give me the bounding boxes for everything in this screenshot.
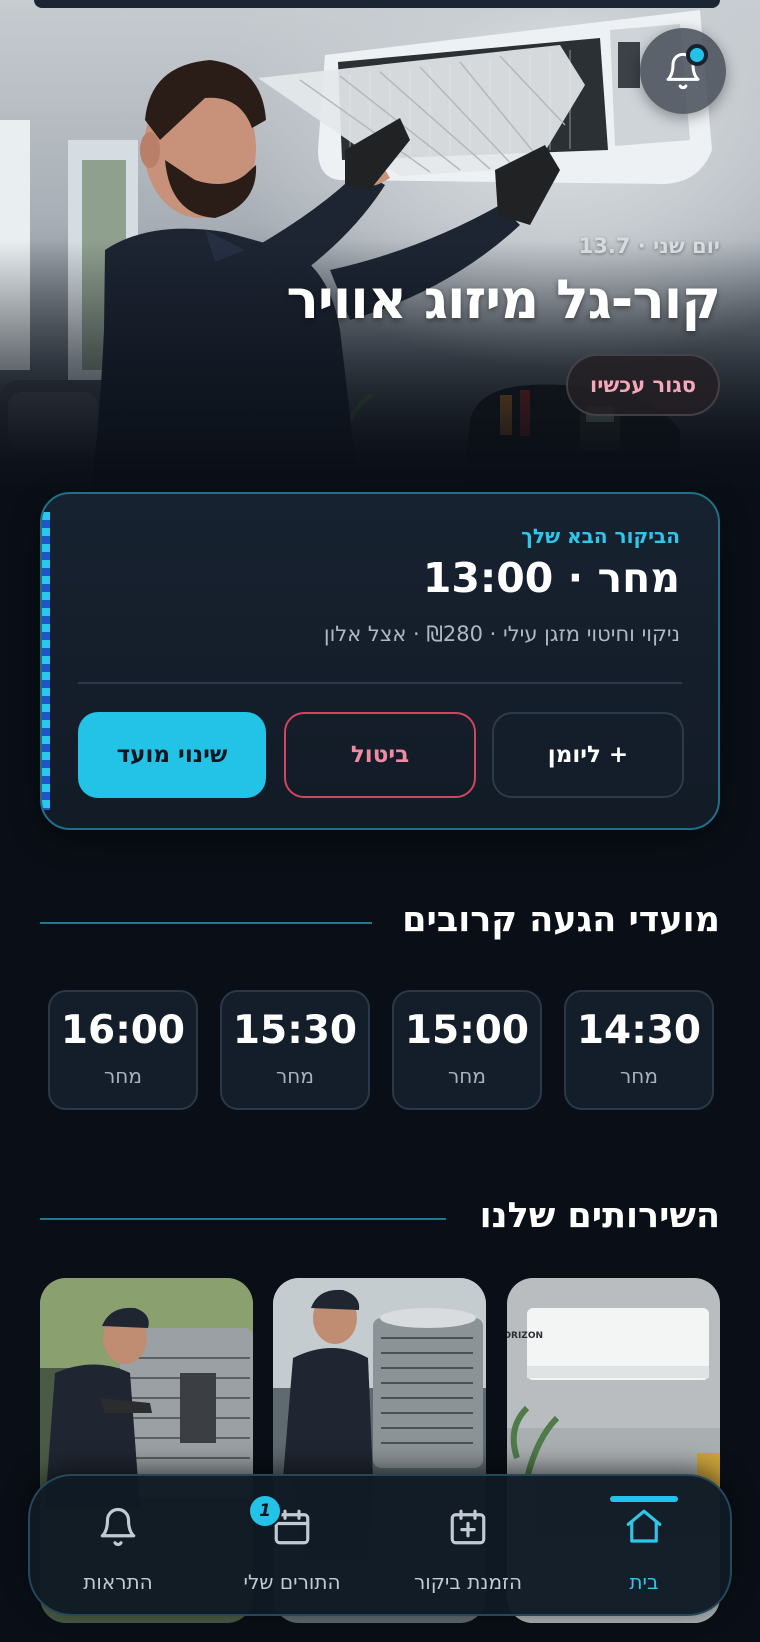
nav-home-label: בית	[629, 1570, 659, 1594]
slot-day: מחר	[104, 1064, 142, 1088]
bottom-navigation: בית הזמנת ביקור התורים שלי התראות 1	[28, 1474, 732, 1616]
arrival-slot[interactable]: 15:00 מחר	[392, 990, 542, 1110]
next-visit-description: ניקוי וחיטוי מזגן עילי · ₪280 · אצל אלון	[323, 622, 680, 646]
nav-my-appointments-label: התורים שלי	[243, 1570, 341, 1594]
nav-book-visit[interactable]: הזמנת ביקור	[380, 1476, 556, 1616]
open-status-badge: סגור עכשיו	[565, 354, 720, 416]
hero-date: יום שני · 13.7	[578, 234, 720, 258]
add-to-calendar-button[interactable]: + ליומן	[492, 712, 684, 798]
next-visit-label: הביקור הבא שלך	[521, 524, 680, 548]
card-accent-stripe	[42, 512, 50, 810]
arrival-slot[interactable]: 14:30 מחר	[564, 990, 714, 1110]
home-icon	[626, 1509, 662, 1543]
top-status-bar	[34, 0, 720, 8]
notifications-button[interactable]	[640, 28, 726, 114]
slot-time: 14:30	[576, 1008, 702, 1053]
notification-dot	[686, 44, 708, 66]
services-section-line	[40, 1218, 446, 1220]
cancel-visit-button[interactable]: ביטול	[284, 712, 476, 798]
slot-time: 15:00	[404, 1008, 530, 1053]
arrival-section-title: מועדי הגעה קרובים	[402, 900, 720, 940]
nav-notifications[interactable]: התראות	[30, 1476, 206, 1616]
slot-day: מחר	[448, 1064, 486, 1088]
hero-banner: יום שני · 13.7 קור-גל מיזוג אוויר סגור ע…	[0, 0, 760, 500]
nav-my-appointments[interactable]: התורים שלי	[204, 1476, 380, 1616]
next-visit-time: מחר · 13:00	[422, 554, 680, 602]
business-title: קור-גל מיזוג אוויר	[286, 268, 721, 331]
next-visit-card: הביקור הבא שלך מחר · 13:00 ניקוי וחיטוי …	[40, 492, 720, 830]
nav-home[interactable]: בית	[556, 1476, 732, 1616]
nav-notifications-label: התראות	[83, 1570, 153, 1594]
arrival-slot[interactable]: 15:30 מחר	[220, 990, 370, 1110]
bell-icon	[100, 1508, 136, 1547]
nav-book-visit-label: הזמנת ביקור	[413, 1570, 523, 1594]
slot-time: 16:00	[60, 1008, 186, 1053]
services-section-title: השירותים שלנו	[479, 1196, 720, 1236]
card-divider	[78, 682, 682, 684]
slot-day: מחר	[276, 1064, 314, 1088]
slot-time: 15:30	[232, 1008, 358, 1053]
arrival-section-line	[40, 922, 372, 924]
active-tab-indicator	[610, 1496, 678, 1502]
appointments-count-badge: 1	[248, 1494, 282, 1528]
slot-day: מחר	[620, 1064, 658, 1088]
arrival-slot[interactable]: 16:00 מחר	[48, 990, 198, 1110]
reschedule-button[interactable]: שינוי מועד	[78, 712, 266, 798]
calendar-plus-icon	[450, 1509, 486, 1545]
svg-text:HORIZON: HORIZON	[507, 1331, 543, 1341]
